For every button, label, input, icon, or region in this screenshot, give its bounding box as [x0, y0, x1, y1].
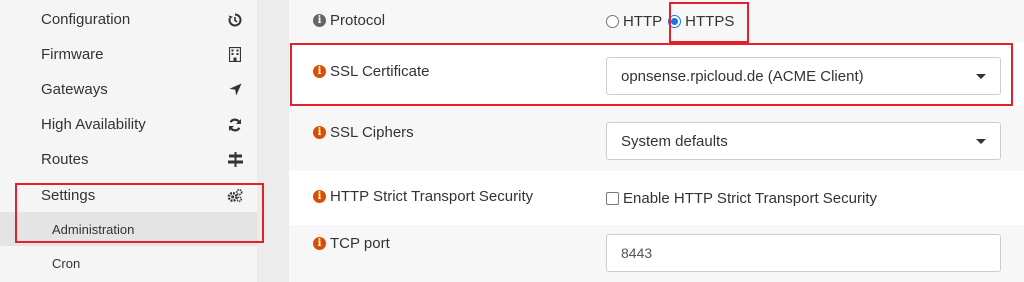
- tcp-port-value[interactable]: 8443: [606, 234, 1001, 272]
- location-arrow-icon: [227, 82, 243, 98]
- sidebar-subitem-administration[interactable]: Administration: [0, 212, 257, 246]
- building-icon: [227, 47, 243, 63]
- sidebar-item-label: Gateways: [41, 81, 108, 98]
- sidebar-subitem-label: Administration: [52, 221, 135, 237]
- caret-down-icon: [976, 73, 986, 79]
- ssl-ciphers-label-text: SSL Ciphers: [330, 124, 414, 141]
- ssl-ciphers-select[interactable]: System defaults: [606, 122, 1001, 160]
- sidebar-subitem-label: Cron: [52, 255, 81, 271]
- ssl-certificate-select[interactable]: opnsense.rpicloud.de (ACME Client): [606, 57, 1001, 95]
- history-icon: [227, 12, 243, 28]
- sidebar-subitem-cron[interactable]: Cron: [0, 246, 257, 280]
- tcp-port-label-text: TCP port: [330, 235, 390, 252]
- ssl-certificate-row: i SSL Certificate opnsense.rpicloud.de (…: [289, 42, 1024, 105]
- radio-unchecked-icon[interactable]: [606, 15, 619, 28]
- protocol-label: i Protocol: [313, 12, 385, 29]
- info-icon[interactable]: i: [313, 237, 326, 250]
- tcp-port-input[interactable]: 8443: [606, 234, 1001, 272]
- sidebar-scrollbar-track[interactable]: [257, 0, 289, 282]
- caret-down-icon: [976, 138, 986, 144]
- info-icon[interactable]: i: [313, 190, 326, 203]
- protocol-label-text: Protocol: [330, 12, 386, 29]
- tcp-port-label: i TCP port: [313, 235, 390, 252]
- hsts-checkbox-label: Enable HTTP Strict Transport Security: [623, 190, 877, 207]
- cogs-icon: [227, 188, 243, 204]
- info-icon[interactable]: i: [313, 14, 326, 27]
- info-icon[interactable]: i: [313, 126, 326, 139]
- sidebar-item-routes[interactable]: Routes: [0, 142, 257, 177]
- tcp-port-row: i TCP port 8443: [289, 225, 1024, 282]
- sidebar: Configuration Firmware Gateways High Ava…: [0, 0, 257, 282]
- refresh-icon: [227, 117, 243, 133]
- radio-checked-icon[interactable]: [668, 15, 682, 28]
- protocol-radio-group: HTTP HTTPS: [606, 13, 740, 30]
- sidebar-item-label: Firmware: [41, 46, 104, 63]
- checkbox-icon[interactable]: [606, 192, 619, 205]
- protocol-http-radio[interactable]: HTTP: [606, 13, 662, 30]
- signpost-icon: [227, 152, 243, 168]
- ssl-certificate-value: opnsense.rpicloud.de (ACME Client): [621, 67, 864, 85]
- sidebar-item-label: Routes: [41, 151, 89, 168]
- hsts-label-text: HTTP Strict Transport Security: [330, 188, 534, 205]
- sidebar-item-configuration[interactable]: Configuration: [0, 2, 257, 37]
- radio-label: HTTPS: [685, 13, 735, 30]
- ssl-certificate-label: i SSL Certificate: [313, 63, 430, 80]
- info-icon[interactable]: i: [313, 65, 326, 78]
- protocol-https-radio[interactable]: HTTPS: [668, 13, 734, 30]
- sidebar-item-label: Configuration: [41, 11, 131, 28]
- protocol-row: i Protocol HTTP HTTPS: [289, 0, 1024, 42]
- hsts-checkbox[interactable]: Enable HTTP Strict Transport Security: [606, 190, 877, 207]
- sidebar-item-firmware[interactable]: Firmware: [0, 37, 257, 72]
- hsts-row: i HTTP Strict Transport Security Enable …: [289, 171, 1024, 225]
- ssl-ciphers-row: i SSL Ciphers System defaults: [289, 105, 1024, 171]
- sidebar-item-label: Settings: [41, 187, 96, 204]
- ssl-certificate-label-text: SSL Certificate: [330, 63, 430, 80]
- ssl-ciphers-label: i SSL Ciphers: [313, 124, 414, 141]
- ssl-ciphers-value: System defaults: [621, 132, 728, 150]
- hsts-label: i HTTP Strict Transport Security: [313, 188, 533, 205]
- radio-label: HTTP: [623, 13, 663, 30]
- sidebar-item-gateways[interactable]: Gateways: [0, 72, 257, 107]
- sidebar-item-label: High Availability: [41, 116, 146, 133]
- sidebar-item-high-availability[interactable]: High Availability: [0, 107, 257, 142]
- sidebar-item-settings[interactable]: Settings: [0, 178, 257, 213]
